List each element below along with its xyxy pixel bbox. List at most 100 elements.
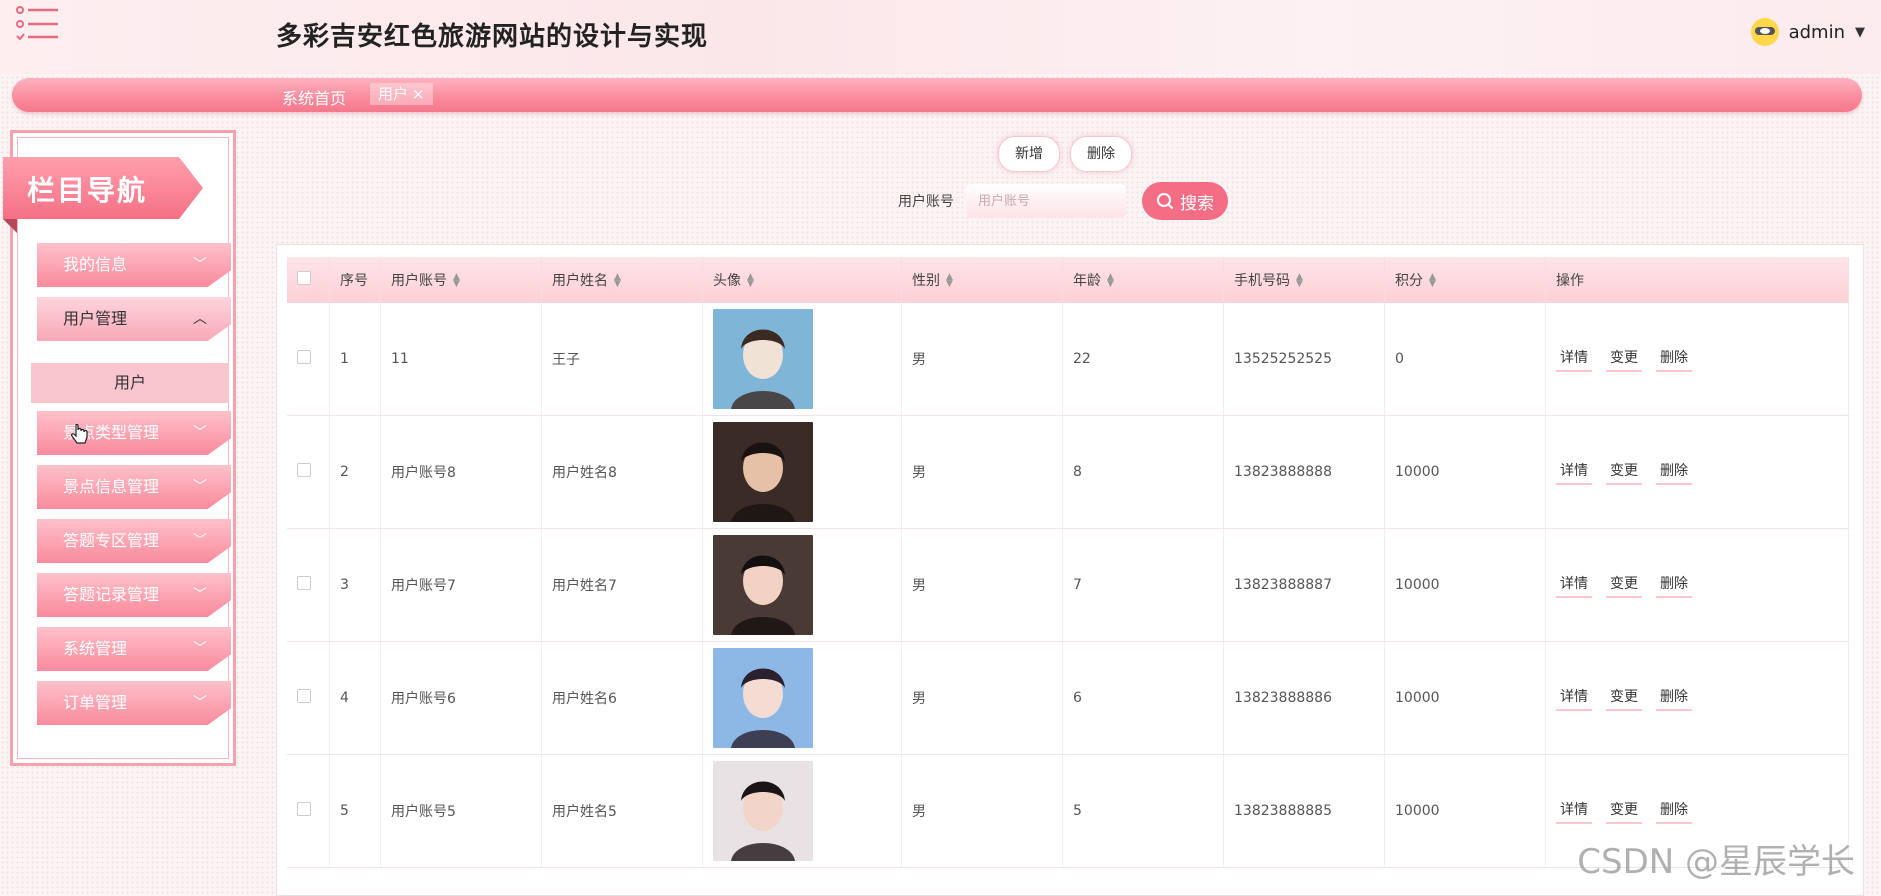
row-checkbox[interactable] xyxy=(297,350,311,364)
col-avatar[interactable]: 头像 ▲ ▼ xyxy=(702,257,902,303)
detail-button[interactable]: 详情 xyxy=(1556,686,1592,711)
sidebar-item-scenic-info[interactable]: 景点信息管理 ﹀ xyxy=(37,465,231,509)
cell-age: 7 xyxy=(1062,528,1224,642)
sidebar-subitem-user[interactable]: 用户 xyxy=(31,363,229,403)
sidebar-item-label: 景点信息管理 xyxy=(63,477,160,496)
cell-phone: 13823888888 xyxy=(1223,415,1385,529)
cell-account: 用户账号8 xyxy=(380,415,542,529)
add-button[interactable]: 新增 xyxy=(998,136,1060,172)
breadcrumb: 系统首页 用户 × xyxy=(12,78,1862,112)
row-delete-button[interactable]: 删除 xyxy=(1656,347,1692,372)
row-delete-button[interactable]: 删除 xyxy=(1656,460,1692,485)
sidebar-item-label: 订单管理 xyxy=(63,693,128,712)
cell-points: 0 xyxy=(1384,303,1546,416)
search-input[interactable] xyxy=(966,184,1126,218)
cell-gender: 男 xyxy=(901,528,1063,642)
tab-user[interactable]: 用户 × xyxy=(370,83,433,105)
detail-button[interactable]: 详情 xyxy=(1556,460,1592,485)
cell-avatar xyxy=(702,415,902,529)
cell-actions: 详情 变更 删除 xyxy=(1545,641,1849,755)
sort-icon[interactable]: ▲ ▼ xyxy=(1429,273,1436,289)
sidebar-item-system[interactable]: 系统管理 ﹀ xyxy=(37,627,231,671)
sidebar-item-label: 用户管理 xyxy=(63,309,128,328)
col-name[interactable]: 用户姓名 ▲ ▼ xyxy=(541,257,703,303)
row-checkbox[interactable] xyxy=(297,689,311,703)
cell-phone: 13525252525 xyxy=(1223,303,1385,416)
menu-list-icon[interactable] xyxy=(16,6,60,42)
sort-icon[interactable]: ▲ ▼ xyxy=(1107,273,1114,289)
cell-name: 用户姓名7 xyxy=(541,528,703,642)
cell-points: 10000 xyxy=(1384,754,1546,868)
cell-phone: 13823888886 xyxy=(1223,641,1385,755)
row-delete-button[interactable]: 删除 xyxy=(1656,573,1692,598)
sort-icon[interactable]: ▲ ▼ xyxy=(747,273,754,289)
detail-button[interactable]: 详情 xyxy=(1556,573,1592,598)
close-icon[interactable]: × xyxy=(412,83,425,105)
select-all-checkbox[interactable] xyxy=(297,271,311,285)
app-header: 多彩吉安红色旅游网站的设计与实现 admin ▼ xyxy=(0,0,1881,74)
search-icon xyxy=(1157,193,1174,210)
chevron-down-icon: ﹀ xyxy=(193,695,207,711)
sort-icon[interactable]: ▲ ▼ xyxy=(453,273,460,289)
user-menu[interactable]: admin ▼ xyxy=(1750,18,1865,46)
search-label: 用户账号 xyxy=(898,194,954,210)
cell-avatar xyxy=(702,528,902,642)
tab-user-label: 用户 xyxy=(378,85,409,103)
row-checkbox[interactable] xyxy=(297,463,311,477)
row-checkbox[interactable] xyxy=(297,576,311,590)
edit-button[interactable]: 变更 xyxy=(1606,347,1642,372)
col-gender[interactable]: 性别 ▲ ▼ xyxy=(901,257,1063,303)
search-bar: 用户账号 搜索 xyxy=(898,182,1228,220)
sidebar-item-quiz-records[interactable]: 答题记录管理 ﹀ xyxy=(37,573,231,617)
cell-no: 1 xyxy=(329,303,381,416)
sidebar-item-scenic-type[interactable]: 景点类型管理 ﹀ xyxy=(37,411,231,455)
edit-button[interactable]: 变更 xyxy=(1606,799,1642,824)
col-age[interactable]: 年龄 ▲ ▼ xyxy=(1062,257,1224,303)
cell-name: 用户姓名8 xyxy=(541,415,703,529)
sidebar: 栏目导航 我的信息 ﹀ 用户管理 ︿ 用户 景点类型管理 ﹀ 景点信息管理 ﹀ … xyxy=(3,130,236,766)
user-table-panel: 序号 用户账号 ▲ ▼ 用户姓名 ▲ ▼ 头像 ▲ ▼ 性别 ▲ ▼ 年龄 ▲ ▼ 手机号码 ▲ ▼ 积… xyxy=(276,244,1864,896)
username: admin xyxy=(1788,21,1845,43)
cell-age: 6 xyxy=(1062,641,1224,755)
cell-gender: 男 xyxy=(901,754,1063,868)
delete-button[interactable]: 删除 xyxy=(1070,136,1132,172)
cell-select xyxy=(287,303,330,416)
sidebar-item-quiz[interactable]: 答题专区管理 ﹀ xyxy=(37,519,231,563)
edit-button[interactable]: 变更 xyxy=(1606,573,1642,598)
chevron-down-icon: ﹀ xyxy=(193,587,207,603)
col-account[interactable]: 用户账号 ▲ ▼ xyxy=(380,257,542,303)
cell-points: 10000 xyxy=(1384,415,1546,529)
detail-button[interactable]: 详情 xyxy=(1556,799,1592,824)
cell-avatar xyxy=(702,641,902,755)
edit-button[interactable]: 变更 xyxy=(1606,686,1642,711)
row-checkbox[interactable] xyxy=(297,802,311,816)
search-button[interactable]: 搜索 xyxy=(1142,182,1228,220)
cell-name: 用户姓名5 xyxy=(541,754,703,868)
table-row: 1 11 王子 男 22 13525252525 0 详情 变更 删除 xyxy=(287,303,1849,416)
sort-icon[interactable]: ▲ ▼ xyxy=(1296,273,1303,289)
cell-actions: 详情 变更 删除 xyxy=(1545,415,1849,529)
cell-age: 5 xyxy=(1062,754,1224,868)
row-delete-button[interactable]: 删除 xyxy=(1656,686,1692,711)
cell-actions: 详情 变更 删除 xyxy=(1545,528,1849,642)
search-button-label: 搜索 xyxy=(1180,193,1214,214)
sort-icon[interactable]: ▲ ▼ xyxy=(946,273,953,289)
breadcrumb-home[interactable]: 系统首页 xyxy=(282,85,346,109)
col-points[interactable]: 积分 ▲ ▼ xyxy=(1384,257,1546,303)
page-title: 多彩吉安红色旅游网站的设计与实现 xyxy=(276,22,709,52)
table-row: 2 用户账号8 用户姓名8 男 8 13823888888 10000 详情 变更 删除 xyxy=(287,415,1849,529)
col-phone[interactable]: 手机号码 ▲ ▼ xyxy=(1223,257,1385,303)
edit-button[interactable]: 变更 xyxy=(1606,460,1642,485)
sort-icon[interactable]: ▲ ▼ xyxy=(614,273,621,289)
table-header-row: 序号 用户账号 ▲ ▼ 用户姓名 ▲ ▼ 头像 ▲ ▼ 性别 ▲ ▼ 年龄 ▲ ▼ 手机号码 ▲ ▼ 积… xyxy=(287,257,1849,303)
sidebar-item-my-info[interactable]: 我的信息 ﹀ xyxy=(37,243,231,287)
chevron-down-icon: ﹀ xyxy=(193,533,207,549)
cell-no: 3 xyxy=(329,528,381,642)
cell-actions: 详情 变更 删除 xyxy=(1545,303,1849,416)
detail-button[interactable]: 详情 xyxy=(1556,347,1592,372)
row-delete-button[interactable]: 删除 xyxy=(1656,799,1692,824)
sidebar-item-orders[interactable]: 订单管理 ﹀ xyxy=(37,681,231,725)
sidebar-item-user-management[interactable]: 用户管理 ︿ xyxy=(37,297,231,341)
col-no: 序号 xyxy=(329,257,381,303)
cell-account: 用户账号6 xyxy=(380,641,542,755)
